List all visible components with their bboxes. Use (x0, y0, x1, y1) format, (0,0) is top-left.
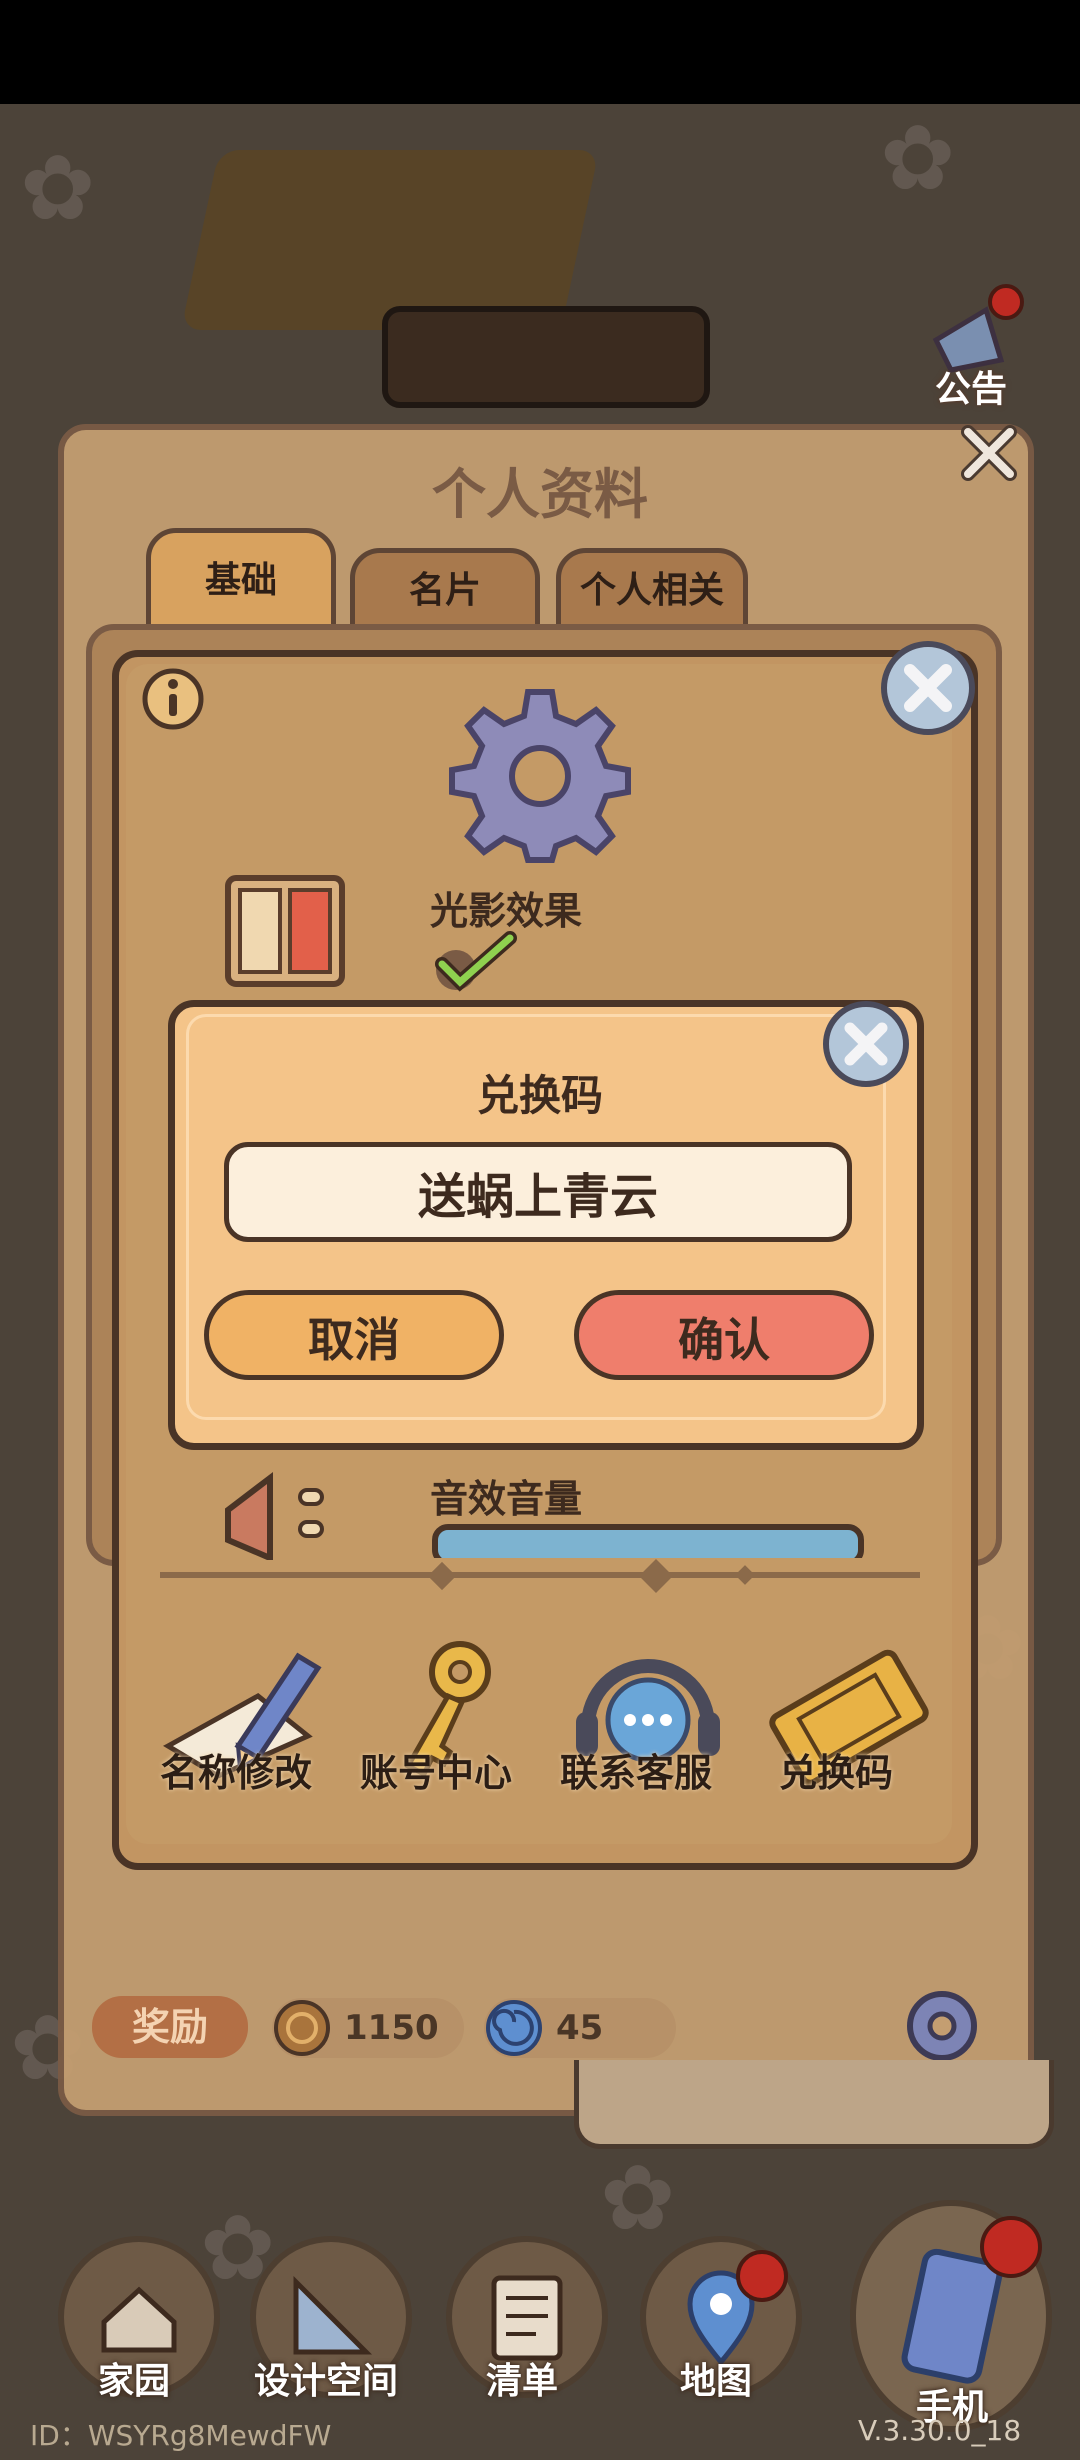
divider (160, 1572, 920, 1578)
light-effect-label: 光影效果 (430, 889, 583, 933)
info-button[interactable] (140, 666, 206, 732)
gem-reward: 45 (484, 1998, 676, 2058)
rewards-label: 奖励 (92, 1996, 248, 2058)
profile-title: 个人资料 (432, 463, 648, 526)
phone-notification-badge (980, 2216, 1042, 2278)
user-id: ID：WSYRg8MewdFW (30, 2419, 332, 2452)
gear-icon (907, 1991, 977, 2061)
speech-bubble (574, 2060, 1054, 2149)
map-notification-badge (736, 2250, 788, 2302)
coin-reward: 1150 (272, 1998, 464, 2058)
coin-count: 1150 (344, 2008, 439, 2048)
settings-close-button[interactable] (878, 638, 978, 738)
speaker-icon (220, 1470, 350, 1563)
info-icon (142, 668, 204, 730)
account-center-label: 账号中心 (359, 1751, 512, 1795)
checkmark-icon (435, 931, 517, 992)
tab-personal[interactable]: 个人相关 (556, 548, 748, 634)
close-icon (881, 641, 975, 735)
gem-count: 45 (556, 2008, 604, 2048)
profile-settings-button[interactable] (898, 1982, 986, 2070)
redeem-title: 兑换码 (476, 1071, 603, 1120)
nav-map-label: 地图 (679, 2361, 752, 2402)
light-effect-icon (222, 872, 348, 990)
tab-card[interactable]: 名片 (350, 548, 540, 634)
confirm-button[interactable]: 确认 (574, 1290, 874, 1380)
swirl-icon (486, 2000, 542, 2056)
profile-close-button[interactable] (956, 420, 1022, 486)
settings-gear-icon (448, 680, 632, 864)
notice-label: 公告 (934, 369, 1007, 410)
redeem-code-label: 兑换码 (778, 1751, 893, 1795)
version-label: V.3.30.0_18 (858, 2414, 1022, 2447)
status-bar (0, 0, 1080, 104)
cancel-button[interactable]: 取消 (204, 1290, 504, 1380)
customer-service-label: 联系客服 (559, 1751, 712, 1795)
close-icon (961, 425, 1017, 481)
top-banner (382, 306, 710, 408)
sound-volume-label: 音效音量 (430, 1477, 583, 1521)
rename-label: 名称修改 (159, 1751, 312, 1795)
close-icon (823, 1001, 909, 1087)
coin-icon (274, 2000, 330, 2056)
nav-list-label: 清单 (485, 2361, 558, 2402)
redeem-code-input[interactable]: 送蜗上青云 (224, 1142, 852, 1242)
light-effect-toggle[interactable] (432, 930, 522, 994)
tab-basic[interactable]: 基础 (146, 528, 336, 634)
nav-design-label: 设计空间 (253, 2361, 398, 2402)
nav-home-label: 家园 (97, 2361, 170, 2402)
redeem-close-button[interactable] (820, 998, 912, 1090)
